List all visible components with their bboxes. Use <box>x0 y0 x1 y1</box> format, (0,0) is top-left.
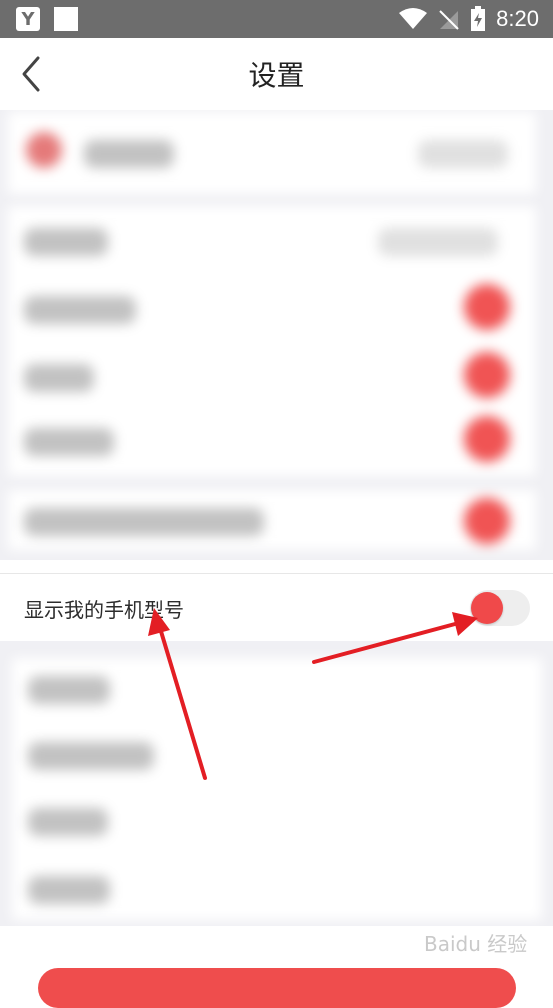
watermark: Baidu 经验 <box>424 932 528 956</box>
wifi-icon <box>399 8 428 29</box>
show-phone-model-toggle[interactable] <box>470 590 530 626</box>
nav-bar: 设置 <box>0 38 553 111</box>
status-bar: Y 8:20 <box>0 0 553 38</box>
no-signal-icon <box>439 10 459 30</box>
blurred-settings-group <box>8 206 536 476</box>
app-notification-icon: Y <box>16 7 40 31</box>
toggle-knob <box>471 592 503 624</box>
blurred-setting-row <box>8 490 536 550</box>
notification-icons: Y <box>16 7 78 31</box>
page-title: 设置 <box>248 59 305 92</box>
battery-charging-icon <box>471 6 486 31</box>
show-phone-model-label: 显示我的手机型号 <box>24 598 184 622</box>
bottom-action-button[interactable] <box>38 968 516 1008</box>
status-time: 8:20 <box>496 6 539 31</box>
blurred-account-row <box>8 112 536 194</box>
notification-square-icon <box>54 7 78 31</box>
show-phone-model-row: 显示我的手机型号 <box>0 573 553 642</box>
system-indicators: 8:20 <box>398 6 539 32</box>
blurred-settings-group-bottom <box>12 658 542 920</box>
